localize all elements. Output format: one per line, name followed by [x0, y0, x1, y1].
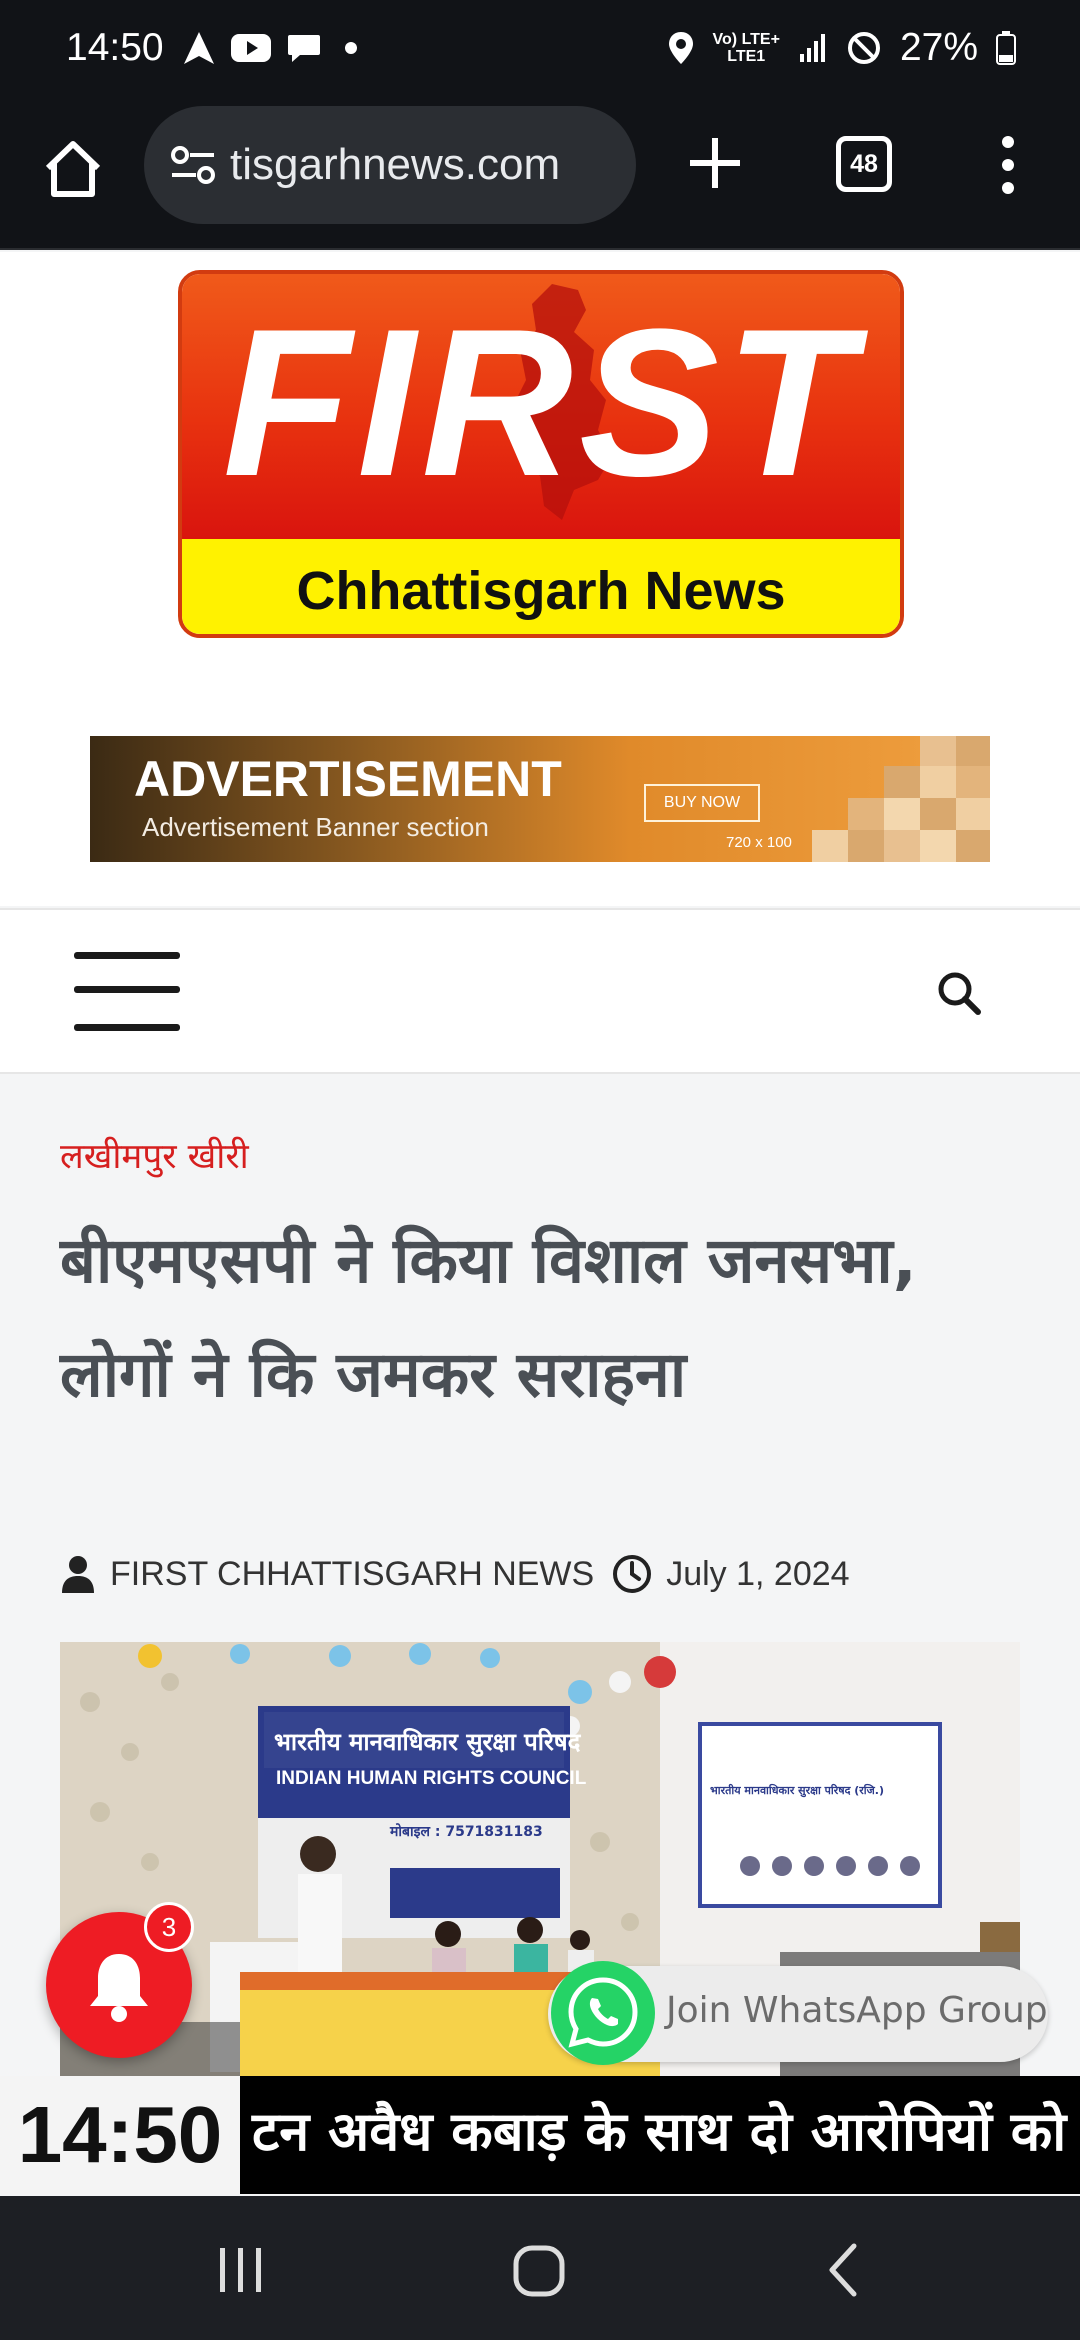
tabs-count-button[interactable]: 48 [836, 136, 892, 192]
dot-icon [345, 42, 357, 54]
status-left-icons [182, 30, 366, 66]
site-header: FIRST Chhattisgarh News ADVERTISEMENT Ad… [0, 252, 1080, 906]
ticker-clock: 14:50 [0, 2076, 240, 2194]
whatsapp-icon [551, 1961, 655, 2065]
ad-size-label: 720 x 100 [726, 834, 792, 851]
article-date[interactable]: July 1, 2024 [666, 1555, 849, 1594]
signal-icon [799, 34, 825, 62]
ticker-text[interactable]: टन अवैध कबाड़ के साथ दो आरोपियों को [252, 2092, 1066, 2166]
status-bar: 14:50 Vo) LTE+ LTE1 27% [0, 0, 1080, 100]
more-vert-icon[interactable] [990, 130, 1026, 200]
banner-left-phone: मोबाइल : 7571831183 [389, 1823, 543, 1840]
article-meta: FIRST CHHATTISGARH NEWS July 1, 2024 [60, 1554, 850, 1594]
youtube-icon [231, 34, 271, 62]
notification-count-badge: 3 [144, 1902, 194, 1952]
join-whatsapp-button[interactable]: Join WhatsApp Group [548, 1961, 1048, 2065]
hamburger-icon[interactable] [74, 946, 180, 1036]
banner-right-hindi: भारतीय मानवाधिकार सुरक्षा परिषद (रजि.) [710, 1783, 884, 1798]
site-nav-bar [0, 908, 1080, 1074]
status-time: 14:50 [66, 26, 164, 69]
whatsapp-label: Join WhatsApp Group [666, 1990, 1048, 2031]
logo-sub-text: Chhattisgarh News [296, 560, 786, 621]
search-icon[interactable] [936, 970, 982, 1016]
address-bar[interactable]: tisgarhnews.com [144, 106, 636, 224]
new-tab-plus-icon[interactable] [680, 128, 750, 198]
notification-bell-button[interactable]: 3 [46, 1902, 194, 2058]
ad-banner[interactable]: ADVERTISEMENT Advertisement Banner secti… [90, 736, 990, 862]
status-right: Vo) LTE+ LTE1 27% [667, 26, 1016, 70]
site-settings-icon[interactable] [170, 145, 216, 185]
network-type: Vo) LTE+ LTE1 [713, 31, 780, 65]
banner-left-english: INDIAN HUMAN RIGHTS COUNCIL [276, 1768, 587, 1789]
ad-title: ADVERTISEMENT [134, 751, 562, 807]
article-category[interactable]: लखीमपुर खीरी [60, 1132, 249, 1179]
system-navigation-bar [0, 2196, 1080, 2340]
clock-icon [613, 1555, 652, 1593]
url-text[interactable]: tisgarhnews.com [230, 140, 610, 190]
location-icon [668, 32, 693, 64]
network-top-label: Vo) LTE+ [712, 31, 780, 48]
network-bottom-label: LTE1 [727, 48, 766, 65]
back-icon[interactable] [814, 2240, 874, 2300]
article-author[interactable]: FIRST CHHATTISGARH NEWS [110, 1555, 594, 1594]
banner-left-hindi: भारतीय मानवाधिकार सुरक्षा परिषद [274, 1728, 582, 1757]
site-logo[interactable]: FIRST Chhattisgarh News [178, 270, 904, 638]
browser-toolbar: tisgarhnews.com 48 [0, 100, 1080, 250]
home-icon[interactable] [38, 134, 108, 204]
battery-percent: 27% [899, 26, 978, 69]
ad-buy-now-button[interactable]: BUY NOW [644, 784, 760, 822]
recents-icon[interactable] [210, 2240, 270, 2300]
navigation-icon [184, 32, 214, 64]
logo-top: FIRST [182, 274, 900, 539]
chat-icon [288, 35, 320, 62]
article-headline[interactable]: बीएमएसपी ने किया विशाल जनसभा, लोगों ने क… [60, 1204, 1020, 1432]
logo-main-text: FIRST [222, 285, 860, 520]
author-icon [62, 1556, 94, 1593]
logo-bottom: Chhattisgarh News [182, 539, 900, 634]
battery-icon [996, 31, 1016, 65]
ad-decorative-blocks [812, 736, 990, 862]
news-ticker[interactable]: 14:50 टन अवैध कबाड़ के साथ दो आरोपियों क… [0, 2076, 1080, 2194]
ad-subtitle: Advertisement Banner section [142, 812, 489, 842]
dnd-icon [847, 32, 880, 64]
home-nav-icon[interactable] [510, 2240, 570, 2300]
